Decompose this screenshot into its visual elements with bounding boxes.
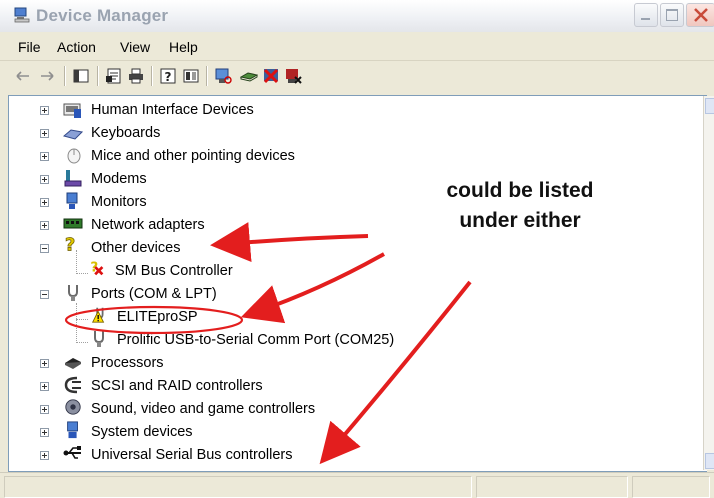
print-icon[interactable] <box>127 67 145 85</box>
scsi-icon <box>64 376 81 394</box>
port-connector-icon <box>94 331 104 347</box>
keyboard-icon <box>63 129 83 140</box>
monitor-icon <box>66 192 78 209</box>
tree-connector <box>76 250 77 274</box>
expand-toggle[interactable] <box>40 221 49 230</box>
status-pane-main <box>4 476 472 498</box>
tree-connector <box>76 342 88 343</box>
window-title: Device Manager <box>36 6 169 25</box>
scroll-down-arrow[interactable] <box>705 453 714 469</box>
svg-text:?: ? <box>65 235 75 253</box>
tree-item-sound-video-game[interactable]: Sound, video and game controllers <box>91 401 315 417</box>
scan-hardware-icon[interactable] <box>214 67 232 85</box>
expand-toggle[interactable] <box>40 451 49 460</box>
tree-item-scsi-raid[interactable]: SCSI and RAID controllers <box>91 378 263 394</box>
processor-chip-icon <box>65 358 81 369</box>
toolbar-separator <box>64 66 66 86</box>
menu-view[interactable]: View <box>120 39 150 55</box>
tree-item-keyboards[interactable]: Keyboards <box>91 125 160 141</box>
close-icon <box>694 8 708 22</box>
tree-item-prolific-usb-serial[interactable]: Prolific USB-to-Serial Comm Port (COM25) <box>117 332 394 348</box>
collapse-toggle[interactable] <box>40 290 49 299</box>
status-pane-secondary <box>476 476 628 498</box>
minimize-button[interactable] <box>634 3 658 27</box>
speaker-icon <box>65 399 81 415</box>
expand-toggle[interactable] <box>40 152 49 161</box>
tree-item-network-adapters[interactable]: Network adapters <box>91 217 205 233</box>
status-bar <box>0 472 714 498</box>
device-manager-window: Device Manager File Action View Help ? H… <box>0 0 714 498</box>
toolbar-separator <box>97 66 99 86</box>
view-icon[interactable] <box>182 67 200 85</box>
expand-toggle[interactable] <box>40 382 49 391</box>
toolbar: ? <box>0 60 714 91</box>
tree-connector <box>76 319 88 320</box>
error-device-icon: ? <box>90 260 104 276</box>
help-icon[interactable]: ? <box>159 67 177 85</box>
tree-item-usb-controllers[interactable]: Universal Serial Bus controllers <box>91 447 292 463</box>
hid-keyboard-icon <box>63 103 81 118</box>
modem-icon <box>64 170 82 187</box>
tree-item-processors[interactable]: Processors <box>91 355 164 371</box>
tree-item-ports[interactable]: Ports (COM & LPT) <box>91 286 217 302</box>
expand-toggle[interactable] <box>40 129 49 138</box>
usb-icon <box>63 446 81 459</box>
properties-icon[interactable] <box>105 67 123 85</box>
expand-toggle[interactable] <box>40 428 49 437</box>
svg-text:?: ? <box>165 70 172 84</box>
tree-item-monitors[interactable]: Monitors <box>91 194 147 210</box>
expand-toggle[interactable] <box>40 175 49 184</box>
expand-toggle[interactable] <box>40 405 49 414</box>
tree-item-human-interface-devices[interactable]: Human Interface Devices <box>91 102 254 118</box>
menu-action[interactable]: Action <box>57 39 96 55</box>
disable-device-icon[interactable] <box>262 67 280 85</box>
mouse-icon <box>67 148 81 164</box>
toolbar-separator <box>151 66 153 86</box>
expand-toggle[interactable] <box>40 106 49 115</box>
annotation-line-2: under either <box>459 209 581 232</box>
menu-help[interactable]: Help <box>169 39 198 55</box>
update-driver-icon[interactable] <box>240 67 258 85</box>
tree-item-system-devices[interactable]: System devices <box>91 424 193 440</box>
uninstall-device-icon[interactable] <box>284 67 302 85</box>
annotation-line-1: could be listed <box>446 179 594 202</box>
tree-item-elitepro-sp[interactable]: ELITEproSP <box>117 309 198 325</box>
scroll-up-arrow[interactable] <box>705 98 714 114</box>
question-mark-icon: ? <box>65 235 76 253</box>
forward-arrow-icon[interactable] <box>38 67 56 85</box>
expand-toggle[interactable] <box>40 198 49 207</box>
tree-connector <box>76 303 77 343</box>
network-card-icon <box>63 218 83 229</box>
back-arrow-icon[interactable] <box>14 67 32 85</box>
tree-item-other-devices[interactable]: Other devices <box>91 240 180 256</box>
close-button[interactable] <box>686 3 714 27</box>
menu-file[interactable]: File <box>18 39 41 55</box>
system-device-icon <box>67 421 78 439</box>
toolbar-separator <box>206 66 208 86</box>
status-pane-tertiary <box>632 476 710 498</box>
title-bar[interactable]: Device Manager <box>0 0 714 32</box>
menu-bar: File Action View Help <box>0 33 714 60</box>
port-connector-icon <box>68 285 78 301</box>
expand-toggle[interactable] <box>40 359 49 368</box>
vertical-scrollbar[interactable] <box>703 96 714 470</box>
tree-item-mice[interactable]: Mice and other pointing devices <box>91 148 295 164</box>
tree-item-sm-bus-controller[interactable]: SM Bus Controller <box>115 263 233 279</box>
maximize-button[interactable] <box>660 3 684 27</box>
annotation-text: could be listed under either <box>410 176 630 236</box>
warning-device-icon <box>91 307 105 323</box>
collapse-toggle[interactable] <box>40 244 49 253</box>
show-hide-console-tree-icon[interactable] <box>72 67 90 85</box>
computer-monitor-icon <box>14 7 30 23</box>
tree-item-modems[interactable]: Modems <box>91 171 147 187</box>
